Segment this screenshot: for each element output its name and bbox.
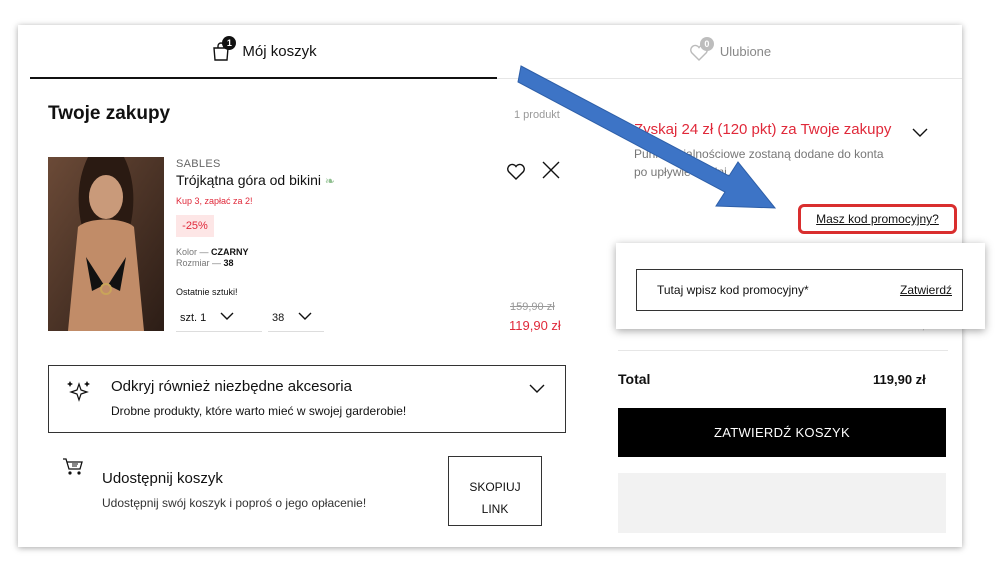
cart-count-badge: 1 bbox=[222, 36, 237, 50]
page-title: Twoje zakupy bbox=[48, 103, 171, 124]
remove-item-button[interactable] bbox=[541, 160, 561, 185]
product-image[interactable] bbox=[48, 157, 164, 331]
product-color: Kolor — CZARNY bbox=[176, 247, 249, 257]
promo-code-highlight: Masz kod promocyjny? bbox=[798, 204, 957, 234]
cart-icon bbox=[62, 457, 84, 482]
size-select[interactable]: 38 bbox=[268, 304, 324, 332]
loyalty-points-note: Punkty lojalnościowe zostaną dodane do k… bbox=[634, 147, 884, 179]
product-size: Rozmiar — 38 bbox=[176, 258, 234, 268]
accessories-title: Odkryj również niezbędne akcesoria bbox=[111, 378, 352, 395]
total-label: Total bbox=[618, 371, 651, 387]
total-value: 119,90 zł bbox=[873, 372, 926, 387]
promo-code-field[interactable]: Zatwierdź bbox=[636, 269, 963, 311]
favorites-count-badge: 0 bbox=[699, 36, 714, 51]
discount-badge: -25% bbox=[176, 215, 214, 237]
divider bbox=[618, 350, 948, 351]
leaf-icon: ❧ bbox=[324, 174, 335, 188]
chevron-down-icon[interactable] bbox=[912, 125, 928, 143]
size-value: 38 bbox=[272, 311, 285, 324]
payment-methods-area bbox=[618, 473, 946, 533]
loyalty-points-title[interactable]: Zyskaj 24 zł (120 pkt) za Twoje zakupy bbox=[634, 121, 891, 138]
product-count: 1 produkt bbox=[514, 109, 560, 121]
chevron-down-icon bbox=[298, 312, 312, 324]
copy-link-button[interactable]: SKOPIUJ LINK bbox=[448, 456, 542, 526]
product-name-text: Trójkątna góra od bikini bbox=[176, 172, 322, 188]
product-name[interactable]: Trójkątna góra od bikini ❧ bbox=[176, 172, 335, 188]
checkout-button[interactable]: ZATWIERDŹ KOSZYK bbox=[618, 408, 946, 457]
copy-link-label-line2: LINK bbox=[481, 501, 509, 516]
tab-cart[interactable]: 1 Mój koszyk bbox=[30, 25, 497, 79]
accessories-subtitle: Drobne produkty, które warto mieć w swoj… bbox=[111, 404, 407, 418]
share-cart-title: Udostępnij koszyk bbox=[102, 470, 223, 487]
product-brand: SABLES bbox=[176, 158, 221, 170]
copy-link-label-line1: SKOPIUJ bbox=[469, 479, 521, 494]
product-promo: Kup 3, zapłać za 2! bbox=[176, 196, 253, 206]
add-to-favorites-button[interactable] bbox=[505, 160, 527, 187]
promo-code-popup: Zatwierdź bbox=[616, 243, 985, 329]
accessories-banner[interactable]: Odkryj również niezbędne akcesoria Drobn… bbox=[48, 365, 566, 433]
chevron-down-icon bbox=[220, 312, 234, 324]
chevron-down-icon bbox=[529, 381, 545, 399]
tab-favorites-label: Ulubione bbox=[719, 44, 772, 59]
quantity-value: szt. 1 bbox=[180, 311, 207, 324]
share-cart-subtitle: Udostępnij swój koszyk i poproś o jego o… bbox=[102, 496, 367, 510]
old-price: 159,90 zł bbox=[510, 301, 555, 313]
current-price: 119,90 zł bbox=[509, 318, 561, 333]
stock-note: Ostatnie sztuki! bbox=[176, 287, 238, 297]
heart-icon: 0 bbox=[688, 36, 714, 63]
tab-cart-label: Mój koszyk bbox=[242, 42, 317, 60]
heart-icon bbox=[507, 163, 525, 180]
close-icon bbox=[542, 161, 560, 179]
apply-promo-button[interactable]: Zatwierdź bbox=[900, 283, 952, 297]
tab-favorites[interactable]: 0 Ulubione bbox=[497, 25, 962, 79]
sparkle-icon bbox=[65, 378, 93, 411]
bag-icon: 1 bbox=[210, 36, 237, 62]
promo-code-input[interactable] bbox=[657, 283, 857, 297]
quantity-select[interactable]: szt. 1 bbox=[176, 304, 262, 332]
promo-code-link[interactable]: Masz kod promocyjny? bbox=[816, 212, 939, 226]
